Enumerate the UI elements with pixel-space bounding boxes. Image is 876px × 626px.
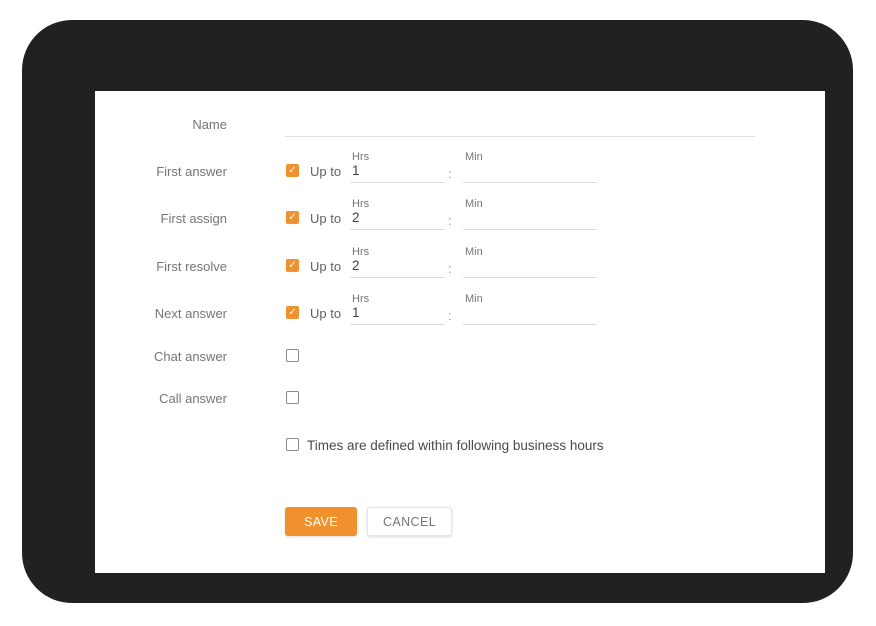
device-frame: Name First answer ✓ Up to Hrs : Min Firs…: [22, 20, 853, 603]
row-label: First answer: [95, 164, 227, 179]
first-resolve-min-input[interactable]: [463, 256, 597, 278]
chat-answer-checkbox[interactable]: ✓: [286, 349, 299, 362]
checkmark-icon: ✓: [287, 212, 298, 223]
colon-separator: :: [448, 166, 452, 181]
up-to-label: Up to: [310, 211, 341, 226]
up-to-label: Up to: [310, 164, 341, 179]
up-to-label: Up to: [310, 306, 341, 321]
hrs-field: Hrs: [350, 145, 445, 197]
first-resolve-checkbox[interactable]: ✓: [286, 259, 299, 272]
cancel-button[interactable]: CANCEL: [367, 507, 452, 536]
checkmark-icon: ✓: [287, 307, 298, 318]
save-button[interactable]: SAVE: [285, 507, 357, 536]
checkmark-icon: ✓: [287, 165, 298, 176]
first-assign-min-input[interactable]: [463, 208, 597, 230]
sla-row-first-resolve: First resolve ✓ Up to Hrs : Min: [95, 240, 825, 292]
colon-separator: :: [448, 308, 452, 323]
name-input[interactable]: [285, 115, 755, 137]
min-field: Min: [463, 192, 597, 244]
business-hours-row: ✓ Times are defined within following bus…: [95, 419, 825, 471]
hrs-field: Hrs: [350, 240, 445, 292]
first-resolve-hrs-input[interactable]: [350, 256, 445, 278]
row-label: Chat answer: [95, 349, 227, 364]
sla-row-first-answer: First answer ✓ Up to Hrs : Min: [95, 145, 825, 197]
row-label: First resolve: [95, 259, 227, 274]
min-field: Min: [463, 145, 597, 197]
next-answer-min-input[interactable]: [463, 303, 597, 325]
first-assign-hrs-input[interactable]: [350, 208, 445, 230]
business-hours-checkbox[interactable]: ✓: [286, 438, 299, 451]
up-to-label: Up to: [310, 259, 341, 274]
colon-separator: :: [448, 261, 452, 276]
checkmark-icon: ✓: [287, 260, 298, 271]
sla-row-first-assign: First assign ✓ Up to Hrs : Min: [95, 192, 825, 244]
sla-row-call-answer: Call answer ✓: [95, 372, 825, 424]
sla-form-panel: Name First answer ✓ Up to Hrs : Min Firs…: [95, 91, 825, 573]
next-answer-checkbox[interactable]: ✓: [286, 306, 299, 319]
first-answer-hrs-input[interactable]: [350, 161, 445, 183]
colon-separator: :: [448, 213, 452, 228]
first-answer-checkbox[interactable]: ✓: [286, 164, 299, 177]
business-hours-label: Times are defined within following busin…: [307, 438, 604, 453]
first-answer-min-input[interactable]: [463, 161, 597, 183]
hrs-field: Hrs: [350, 192, 445, 244]
call-answer-checkbox[interactable]: ✓: [286, 391, 299, 404]
name-label: Name: [95, 117, 227, 132]
next-answer-hrs-input[interactable]: [350, 303, 445, 325]
row-label: Next answer: [95, 306, 227, 321]
row-label: First assign: [95, 211, 227, 226]
row-label: Call answer: [95, 391, 227, 406]
min-field: Min: [463, 240, 597, 292]
first-assign-checkbox[interactable]: ✓: [286, 211, 299, 224]
